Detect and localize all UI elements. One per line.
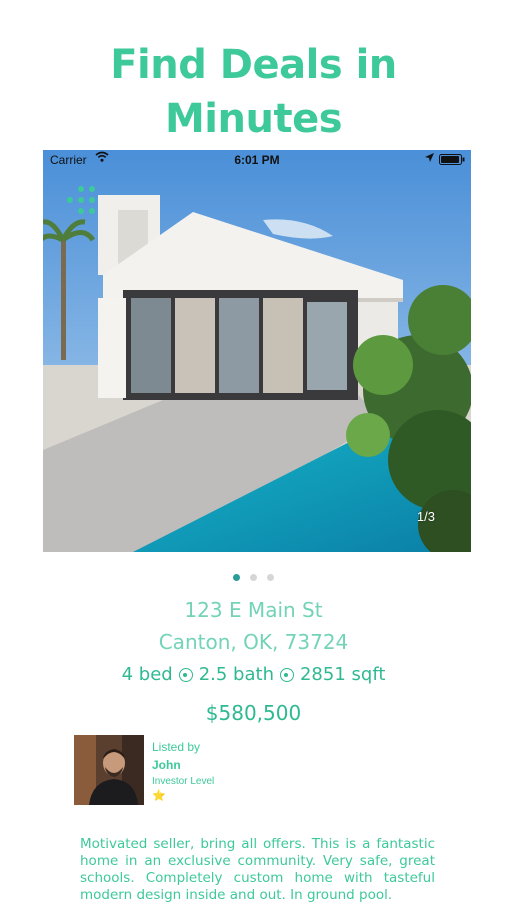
separator-icon [279, 668, 294, 682]
battery-icon [439, 154, 465, 168]
lister-info: Listed by John Investor Level ⭐ [152, 740, 214, 802]
carousel-dot-2[interactable] [250, 574, 257, 581]
page-headline: Find Deals in Minutes [0, 38, 507, 146]
clock-time: 6:01 PM [234, 153, 280, 167]
property-photo-carousel[interactable]: Carrier 6:01 PM 1/3 [43, 150, 471, 552]
beds-count: 4 bed [121, 664, 173, 685]
status-bar: Carrier 6:01 PM [43, 150, 471, 170]
carousel-dot-3[interactable] [267, 574, 275, 581]
headline-line-1: Find Deals in [110, 42, 397, 88]
photo-counter: 1/3 [416, 509, 435, 524]
star-icon: ⭐ [152, 790, 166, 802]
carousel-page-indicator[interactable] [0, 568, 507, 581]
lister-avatar[interactable] [74, 735, 144, 805]
menu-grid-icon[interactable] [65, 185, 97, 222]
carousel-dot-1[interactable] [232, 574, 240, 581]
listed-by-label: Listed by [152, 740, 201, 754]
headline-line-2: Minutes [164, 96, 343, 142]
baths-count: 2.5 bath [198, 664, 274, 685]
square-footage: 2851 sqft [299, 664, 386, 685]
address-city-state-zip: Canton, OK, 73724 [158, 630, 349, 654]
separator-icon [178, 668, 193, 682]
listing-price: $580,500 [205, 701, 302, 725]
lister-name[interactable]: John [152, 758, 214, 772]
house-photo [43, 150, 471, 552]
lister-level: Investor Level [152, 776, 215, 787]
property-specs: 4 bed 2.5 bath 2851 sqft [0, 664, 507, 685]
location-arrow-icon [424, 152, 435, 166]
listing-description: Motivated seller, bring all offers. This… [80, 836, 435, 903]
address-street: 123 E Main St [184, 598, 323, 622]
